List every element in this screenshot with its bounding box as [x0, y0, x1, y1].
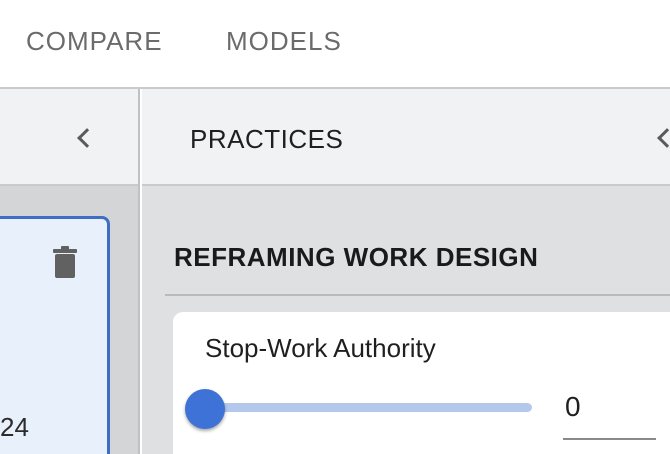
practice-label: Stop-Work Authority — [205, 333, 436, 363]
chevron-left-icon[interactable] — [657, 128, 670, 148]
chevron-left-icon[interactable] — [77, 128, 97, 148]
section-divider — [165, 294, 670, 296]
panel-title: PRACTICES — [190, 124, 344, 154]
practices-panel-header: PRACTICES — [142, 89, 670, 186]
trash-icon[interactable] — [53, 246, 77, 278]
tab-compare[interactable]: COMPARE — [26, 26, 163, 57]
practice-value-input[interactable] — [563, 386, 656, 440]
practice-slider-track[interactable] — [205, 403, 532, 412]
tab-models[interactable]: MODELS — [226, 26, 342, 57]
section-title: REFRAMING WORK DESIGN — [174, 242, 539, 272]
left-panel-header — [0, 89, 138, 186]
card-number-fragment: 24 — [0, 412, 29, 442]
practice-slider-thumb[interactable] — [185, 389, 225, 429]
top-nav-bar: COMPARE MODELS — [0, 0, 670, 89]
